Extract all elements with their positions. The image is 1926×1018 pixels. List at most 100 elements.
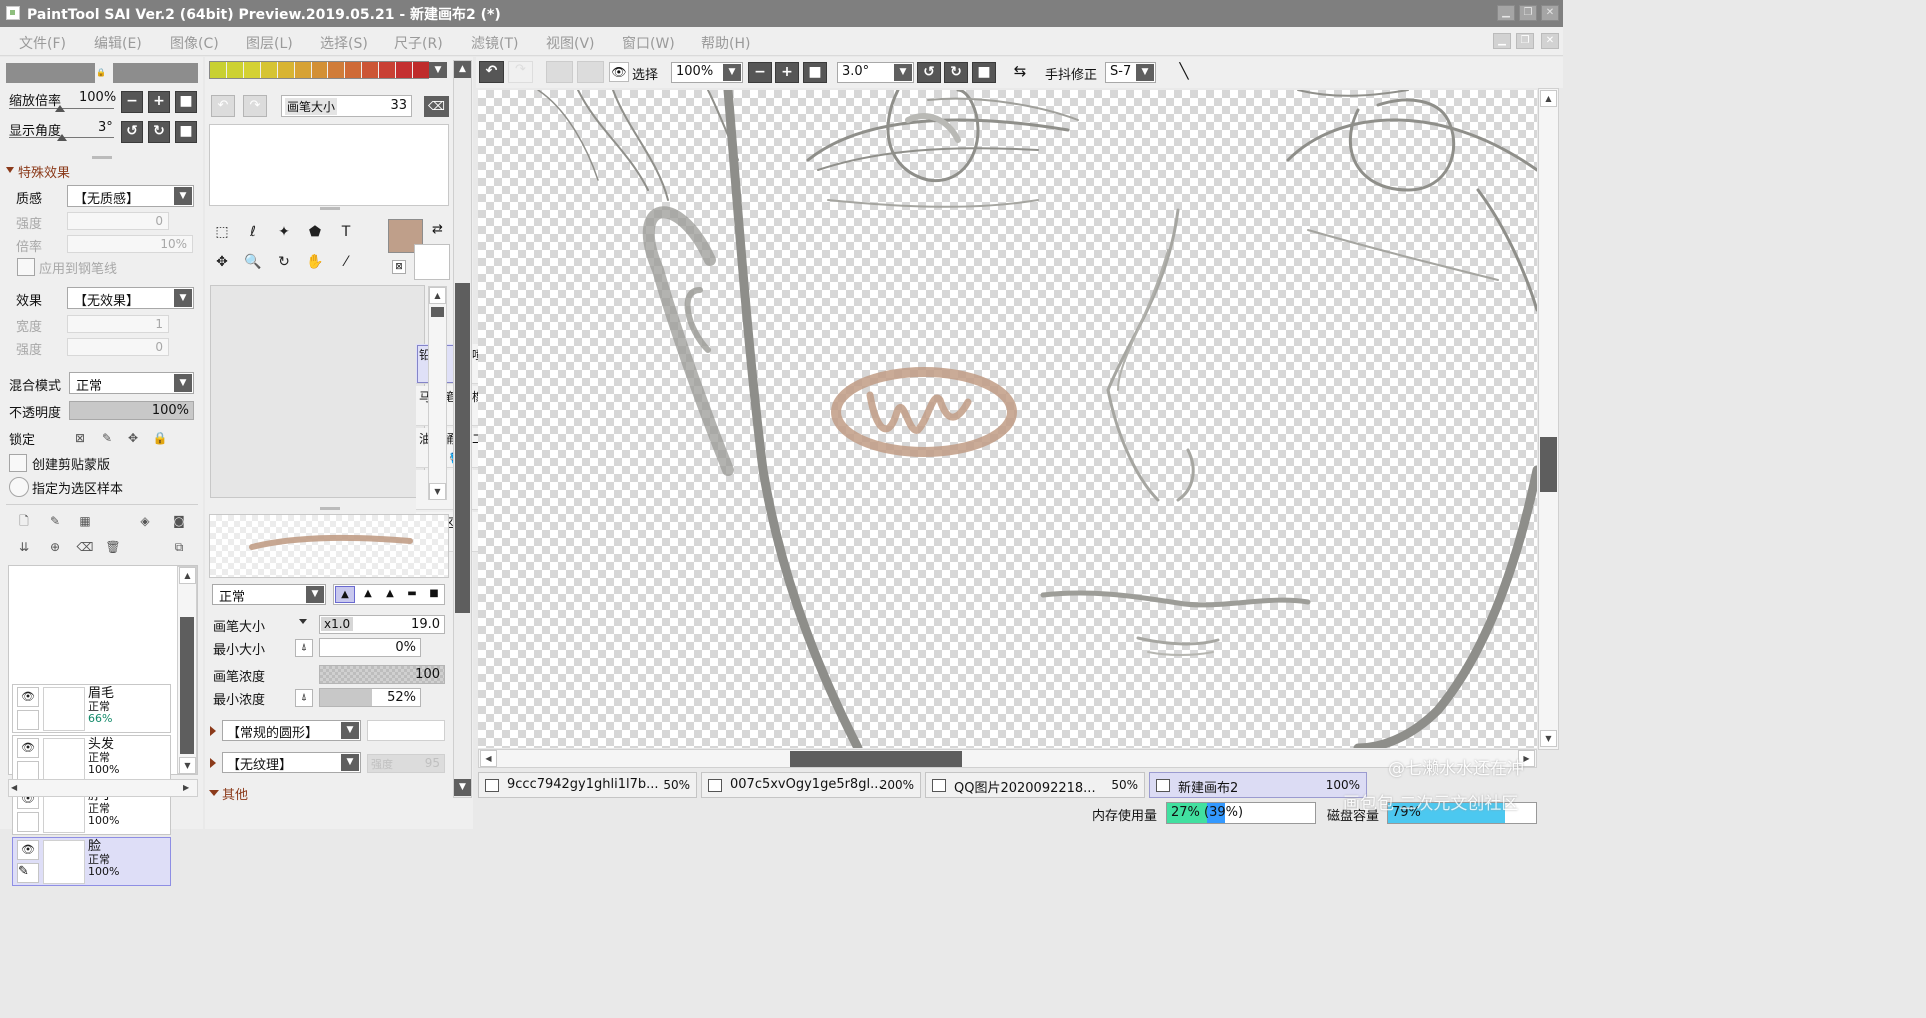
min-size-slider[interactable]: 0% — [319, 638, 421, 657]
palette-swatch[interactable] — [243, 62, 260, 78]
splitter-handle[interactable] — [92, 156, 112, 159]
effects-header[interactable]: 特殊效果 — [18, 162, 70, 181]
splitter-handle[interactable] — [320, 507, 340, 510]
rotate-reset-button[interactable]: ■ — [175, 121, 197, 143]
invert-select-button[interactable] — [577, 61, 604, 83]
zoom-out-button[interactable]: − — [121, 91, 143, 113]
toolbar-zoom-in[interactable]: + — [775, 62, 799, 83]
expand-icon[interactable] — [210, 726, 216, 736]
toolbar-rotate-reset[interactable]: ■ — [972, 62, 996, 83]
palette-swatch[interactable] — [210, 62, 226, 78]
lock-paint-icon[interactable]: ✎ — [98, 429, 116, 447]
clear-layer-icon[interactable]: ⌫ — [76, 538, 94, 556]
lock-all-icon[interactable]: 🔒 — [151, 429, 169, 447]
palette-swatch[interactable] — [226, 62, 243, 78]
canvas-tab[interactable]: QQ图片2020092218... 50% — [925, 772, 1145, 798]
hand-tool-icon[interactable]: ✋ — [302, 251, 328, 277]
clipping-mask-checkbox[interactable] — [9, 454, 27, 472]
new-folder-icon[interactable]: ▦ — [76, 512, 94, 530]
eye-icon[interactable]: 👁 — [609, 62, 629, 82]
redo-button[interactable]: ↷ — [508, 61, 533, 83]
brush-size-slider[interactable]: x1.0 19.0 — [319, 615, 445, 634]
palette-swatch[interactable] — [396, 62, 413, 78]
scroll-up-arrow[interactable]: ▲ — [429, 287, 446, 304]
menu-0[interactable]: 文件(F) — [19, 33, 66, 53]
texture-strength-field[interactable]: 强度 95 — [367, 754, 445, 773]
blend-mode-select[interactable]: 正常 ▼ — [69, 372, 194, 394]
toolbar-rotate-left[interactable]: ↺ — [917, 62, 941, 83]
canvas-tab[interactable]: 007c5xvOgy1ge5r8gl... 200% — [701, 772, 921, 798]
flip-horizontal-icon[interactable]: ⇆ — [1009, 62, 1031, 83]
scroll-up-arrow[interactable]: ▲ — [1540, 90, 1557, 107]
toolbar-zoom-select[interactable]: 100% ▼ — [671, 62, 743, 83]
layer-hscrollbar[interactable]: ◀ ▶ — [8, 779, 198, 797]
layer-lock-icon[interactable]: ✎ — [17, 863, 39, 883]
brush-tip-square-icon[interactable]: ■ — [424, 586, 444, 603]
rotate-right-button[interactable]: ↻ — [148, 121, 170, 143]
undo-disabled-icon[interactable]: ↶ — [211, 95, 235, 117]
toolbar-rotate-right[interactable]: ↻ — [944, 62, 968, 83]
shape-strength-field[interactable] — [367, 720, 445, 741]
brush-size-field-top[interactable]: 画笔大小 33 — [281, 95, 412, 117]
undo-button[interactable]: ↶ — [479, 61, 504, 83]
text-tool-icon[interactable]: T — [333, 221, 359, 247]
lasso-icon[interactable]: ℓ — [240, 221, 266, 247]
layer-visibility-icon[interactable]: 👁 — [17, 687, 39, 707]
transfer-down-icon[interactable]: ⇊ — [15, 538, 33, 556]
toolbar-zoom-reset[interactable]: ■ — [803, 62, 827, 83]
palette-swatch[interactable] — [277, 62, 294, 78]
layer-visibility-icon[interactable]: 👁 — [17, 738, 39, 758]
palette-swatch[interactable] — [294, 62, 311, 78]
eyedropper-icon[interactable]: ⁄ — [333, 251, 359, 277]
rect-select-icon[interactable]: ⬚ — [209, 221, 235, 247]
navigator-preview[interactable] — [6, 63, 95, 83]
new-linework-layer-icon[interactable]: ✎ — [46, 512, 64, 530]
canvas-hscroll-thumb[interactable] — [790, 751, 962, 767]
canvas-restore-button[interactable]: ❐ — [1516, 33, 1534, 49]
brush-tip-round-icon[interactable]: ▲ — [358, 586, 378, 603]
palette-swatch[interactable] — [362, 62, 379, 78]
brush-tip-soft-icon[interactable]: ▲ — [380, 586, 400, 603]
brush-tip-sharp-icon[interactable]: ▲ — [335, 586, 355, 603]
rotate-tool-icon[interactable]: ↻ — [271, 251, 297, 277]
navigator-preview-right[interactable] — [113, 63, 198, 83]
menu-1[interactable]: 编辑(E) — [94, 33, 142, 53]
brush-blend-select[interactable]: 正常 ▼ — [212, 584, 326, 605]
swatch-palette[interactable] — [209, 61, 429, 79]
palette-swatch[interactable] — [260, 62, 277, 78]
strength-field[interactable]: 0 — [67, 212, 169, 230]
other-header[interactable]: 其他 — [222, 784, 248, 803]
canvas-vscrollbar[interactable]: ▲ — [1538, 88, 1559, 750]
texture-select[interactable]: 【无质感】 ▼ — [67, 185, 194, 207]
scroll-left-arrow[interactable]: ◀ — [11, 783, 17, 792]
zoom-slider-thumb[interactable] — [55, 105, 65, 112]
layer-item[interactable]: 👁 眉毛 正常 66% — [12, 684, 171, 733]
tool-panel-scrollbar[interactable]: ▲ ▼ — [453, 60, 472, 798]
menu-5[interactable]: 尺子(R) — [394, 33, 443, 53]
effect-select[interactable]: 【无效果】 ▼ — [67, 287, 194, 309]
eraser-mode-icon[interactable]: ⌫ — [424, 96, 449, 117]
zoom-reset-button[interactable]: ■ — [175, 91, 197, 113]
menu-8[interactable]: 窗口(W) — [622, 33, 675, 53]
zoom-in-button[interactable]: + — [148, 91, 170, 113]
collapse-icon[interactable] — [6, 167, 14, 173]
layer-scroll-thumb[interactable] — [180, 617, 194, 754]
layer-lock-icon[interactable] — [17, 812, 39, 832]
new-layer-icon[interactable]: 🗋 — [15, 512, 33, 530]
menu-2[interactable]: 图像(C) — [170, 33, 219, 53]
move-icon[interactable]: ✥ — [209, 251, 235, 277]
scroll-down-arrow[interactable]: ▼ — [454, 779, 471, 796]
layer-visibility-icon[interactable]: 👁 — [17, 840, 39, 860]
magic-wand-icon[interactable]: ✦ — [271, 221, 297, 247]
menu-7[interactable]: 视图(V) — [546, 33, 595, 53]
layer-scrollbar[interactable]: ▲ ▼ — [177, 566, 197, 774]
layer-link-icon[interactable]: ⧉ — [170, 538, 188, 556]
deselect-button[interactable] — [546, 61, 573, 83]
palette-swatch[interactable] — [379, 62, 396, 78]
drawing-canvas[interactable] — [478, 90, 1537, 748]
canvas-minimize-button[interactable]: ▁ — [1493, 33, 1511, 49]
pressure-size-icon[interactable]: ⍋ — [295, 639, 313, 657]
brush-scrollbar[interactable]: ▲ ▼ — [428, 286, 447, 500]
size-dropdown-icon[interactable] — [299, 619, 307, 624]
rate-field[interactable]: 10% — [67, 235, 193, 253]
